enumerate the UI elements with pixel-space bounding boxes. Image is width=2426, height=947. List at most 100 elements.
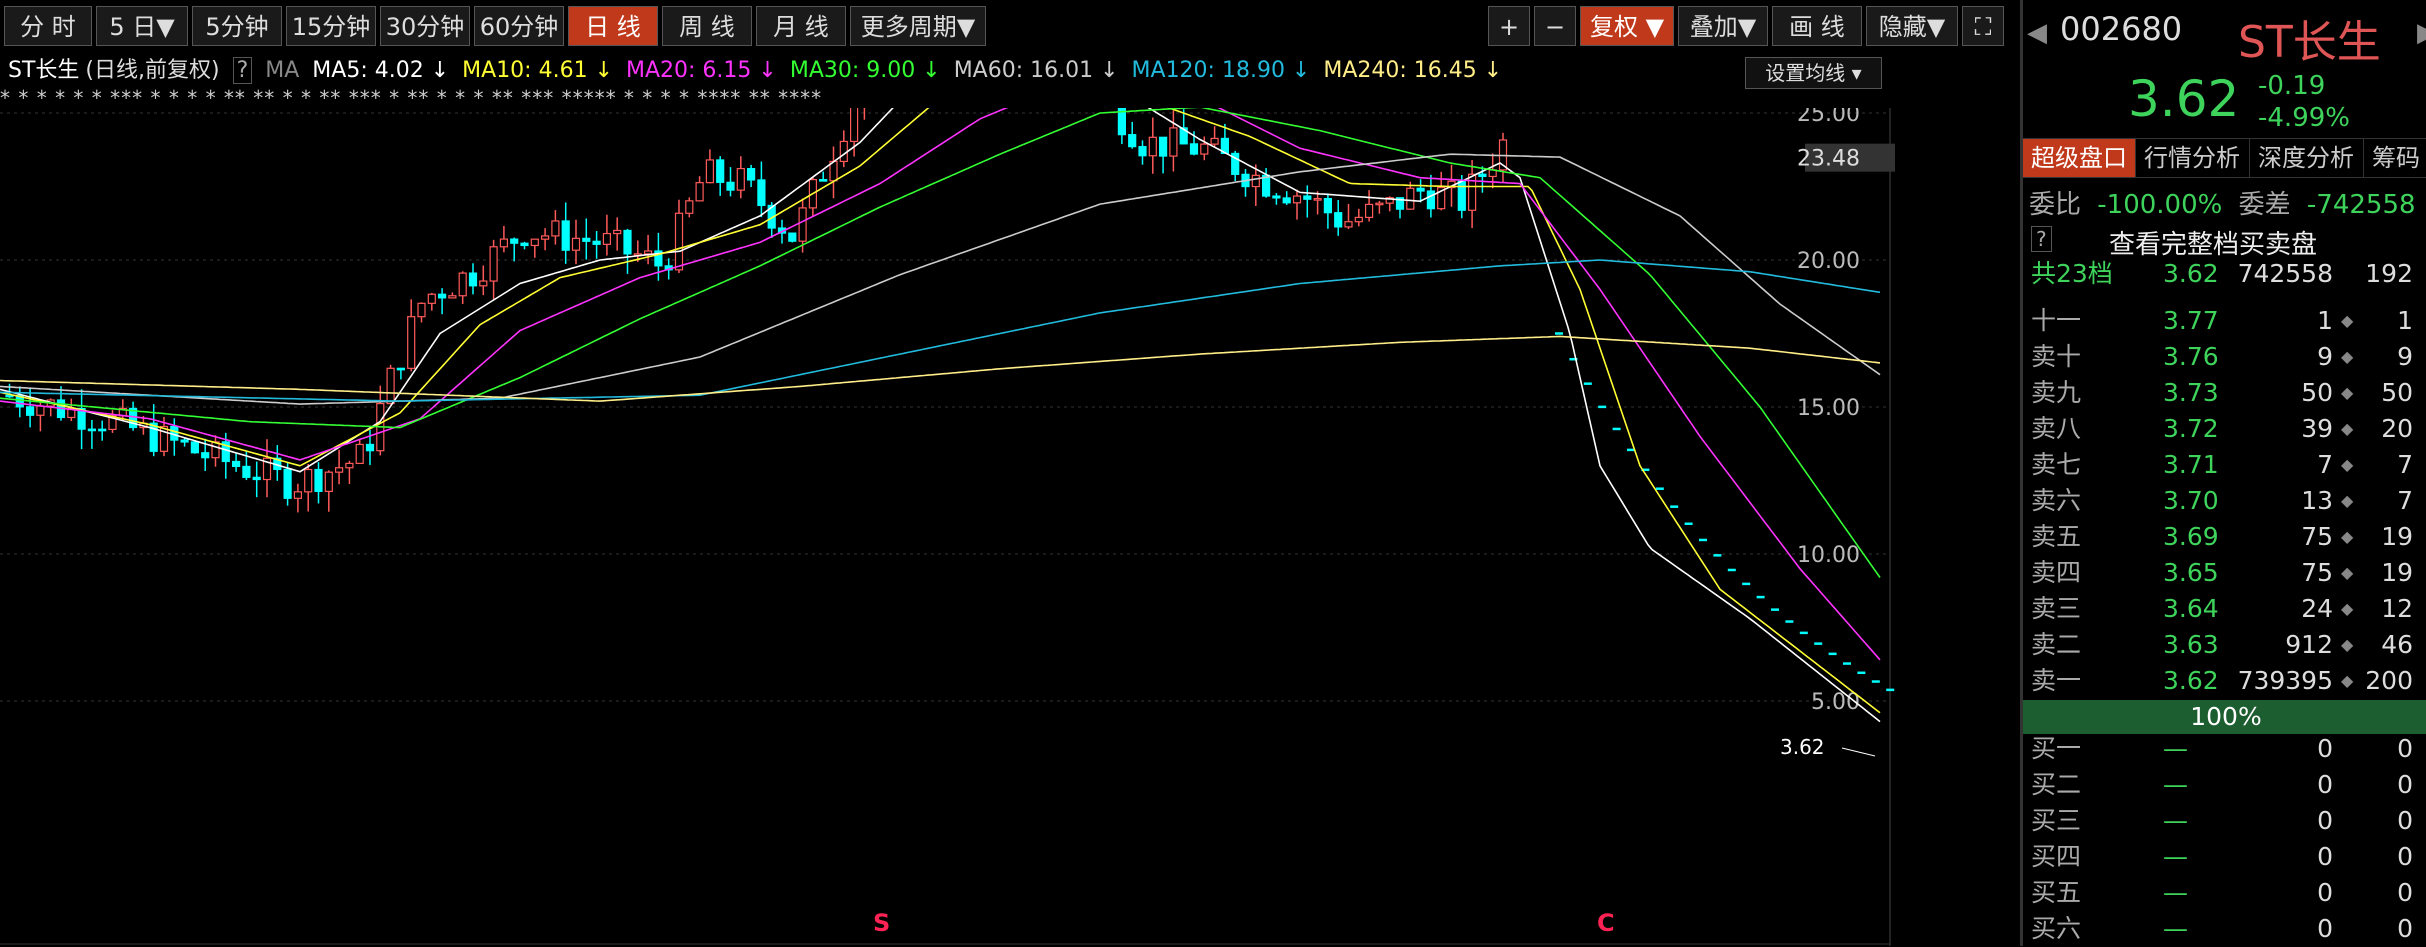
diamond-icon: ◆: [2341, 347, 2354, 366]
kline-chart[interactable]: 25.0020.0015.0010.005.0023.4829.993.62SC: [0, 108, 1900, 946]
fullscreen-icon[interactable]: ⛶: [1962, 6, 2004, 46]
ask-row[interactable]: 卖十 3.76 9 ◆ 9: [2023, 339, 2426, 375]
bid-volume: 0: [2317, 878, 2333, 907]
zoom-in-button[interactable]: +: [1488, 6, 1530, 46]
signal-marker-s: S: [873, 909, 890, 937]
tab-intraday[interactable]: 分 时: [4, 6, 92, 46]
tab-daily[interactable]: 日 线: [568, 6, 658, 46]
bid-count: 0: [2397, 878, 2413, 907]
adjust-dropdown[interactable]: 复权 ▼: [1580, 6, 1674, 46]
tab-depth-analysis[interactable]: 深度分析: [2249, 139, 2364, 177]
ma240-value: MA240: 16.45 ↓: [1323, 58, 1503, 83]
ask-row[interactable]: 卖四 3.65 75 ◆ 19: [2023, 555, 2426, 591]
candle-body: [293, 491, 302, 499]
tab-monthly[interactable]: 月 线: [756, 6, 846, 46]
ask-count: 1: [2397, 306, 2413, 335]
bid-row[interactable]: 买一 — 0 0: [2023, 731, 2426, 767]
candle-body: [551, 220, 560, 237]
candle-body: [613, 229, 622, 235]
bid-price: —: [2163, 878, 2188, 907]
ask-row[interactable]: 卖三 3.64 24 ◆ 12: [2023, 591, 2426, 627]
ask-row[interactable]: 卖一 3.62 739395 ◆ 200: [2023, 663, 2426, 699]
price-tick-label: 25.00: [1797, 108, 1860, 127]
tab-15min[interactable]: 15分钟: [286, 6, 376, 46]
diamond-icon: ◆: [2341, 383, 2354, 402]
ask-row[interactable]: 十一 3.77 1 ◆ 1: [2023, 303, 2426, 339]
bid-volume: 0: [2317, 914, 2333, 943]
candle-body: [417, 302, 426, 318]
ratio-bar: 100%: [2023, 700, 2426, 734]
candle-body: [819, 178, 828, 182]
candle-body: [623, 229, 632, 255]
weicha-value: -742558: [2306, 190, 2416, 220]
diamond-icon: ◆: [2341, 419, 2354, 438]
ma-legend: ST长生 (日线,前复权) ? MA MA5: 4.02 ↓ MA10: 4.61…: [0, 56, 1508, 86]
candle-body: [314, 468, 323, 492]
candle-body: [1210, 137, 1219, 145]
prev-stock-icon[interactable]: ◀: [2027, 18, 2047, 48]
bid-row[interactable]: 买四 — 0 0: [2023, 839, 2426, 875]
overlay-dropdown[interactable]: 叠加▼: [1678, 6, 1768, 46]
current-price-label: 23.48: [1797, 147, 1860, 172]
tab-chips[interactable]: 筹码: [2363, 139, 2426, 177]
hide-dropdown[interactable]: 隐藏▼: [1866, 6, 1958, 46]
candle-body: [1158, 136, 1168, 157]
ask-row[interactable]: 卖八 3.72 39 ◆ 20: [2023, 411, 2426, 447]
tab-5day[interactable]: 5 日▼: [96, 6, 188, 46]
candle-body: [1272, 195, 1281, 199]
ma-settings-button[interactable]: 设置均线 ▾: [1745, 57, 1882, 89]
tab-30min[interactable]: 30分钟: [380, 6, 470, 46]
ask-row[interactable]: 卖七 3.71 7 ◆ 7: [2023, 447, 2426, 483]
bid-price: —: [2163, 806, 2188, 835]
candle-body: [468, 272, 478, 287]
candle-body: [582, 237, 591, 242]
candle-body: [1375, 202, 1384, 206]
bid-price: —: [2163, 734, 2188, 763]
tab-weekly[interactable]: 周 线: [662, 6, 752, 46]
bid-count: 0: [2397, 914, 2413, 943]
bid-row[interactable]: 买六 — 0 0: [2023, 911, 2426, 947]
candle-body: [448, 295, 457, 299]
ma5-value: MA5: 4.02 ↓: [312, 58, 450, 83]
tab-5min[interactable]: 5分钟: [192, 6, 282, 46]
tab-super-book[interactable]: 超级盘口: [2023, 139, 2136, 177]
next-stock-icon[interactable]: ▶: [2417, 18, 2426, 48]
diamond-icon: ◆: [2341, 671, 2354, 690]
candle-body: [1148, 136, 1157, 157]
zoom-out-button[interactable]: −: [1534, 6, 1576, 46]
period-toolbar: 分 时 5 日▼ 5分钟 15分钟 30分钟 60分钟 日 线 周 线 月 线 …: [0, 0, 2020, 52]
more-periods-dropdown[interactable]: 更多周期▼: [850, 6, 986, 46]
bid-row[interactable]: 买五 — 0 0: [2023, 875, 2426, 911]
ask-volume: 912: [2285, 630, 2333, 659]
diamond-icon: ◆: [2341, 563, 2354, 582]
ask-row[interactable]: 卖六 3.70 13 ◆ 7: [2023, 483, 2426, 519]
bid-volume: 0: [2317, 770, 2333, 799]
candle-body: [407, 316, 416, 369]
ask-row[interactable]: 卖二 3.63 912 ◆ 46: [2023, 627, 2426, 663]
candle-body: [1200, 143, 1209, 155]
ask-volume: 24: [2301, 594, 2333, 623]
candle-body: [746, 167, 756, 181]
help-icon-panel[interactable]: ?: [2031, 226, 2052, 252]
help-icon[interactable]: ?: [232, 57, 253, 84]
ask-label: 卖二: [2031, 630, 2082, 659]
draw-button[interactable]: 画 线: [1772, 6, 1862, 46]
tab-quote-analysis[interactable]: 行情分析: [2135, 139, 2250, 177]
candle-body: [571, 237, 581, 251]
stock-name: ST长生: [2238, 17, 2381, 68]
candle-body: [1169, 127, 1178, 157]
candle-body: [386, 367, 395, 405]
candle-body: [479, 280, 488, 287]
ask-label: 卖三: [2031, 594, 2082, 623]
bid-row[interactable]: 买二 — 0 0: [2023, 767, 2426, 803]
ask-row[interactable]: 卖九 3.73 50 ◆ 50: [2023, 375, 2426, 411]
full-book-row: ? 查看完整档买卖盘: [2029, 224, 2423, 260]
ask-price: 3.76: [2163, 342, 2219, 371]
ask-row[interactable]: 卖五 3.69 75 ◆ 19: [2023, 519, 2426, 555]
bid-count: 0: [2397, 734, 2413, 763]
candle-body: [602, 232, 612, 245]
candle-body: [839, 140, 848, 163]
tab-60min[interactable]: 60分钟: [474, 6, 564, 46]
candle-body: [190, 441, 199, 454]
bid-row[interactable]: 买三 — 0 0: [2023, 803, 2426, 839]
